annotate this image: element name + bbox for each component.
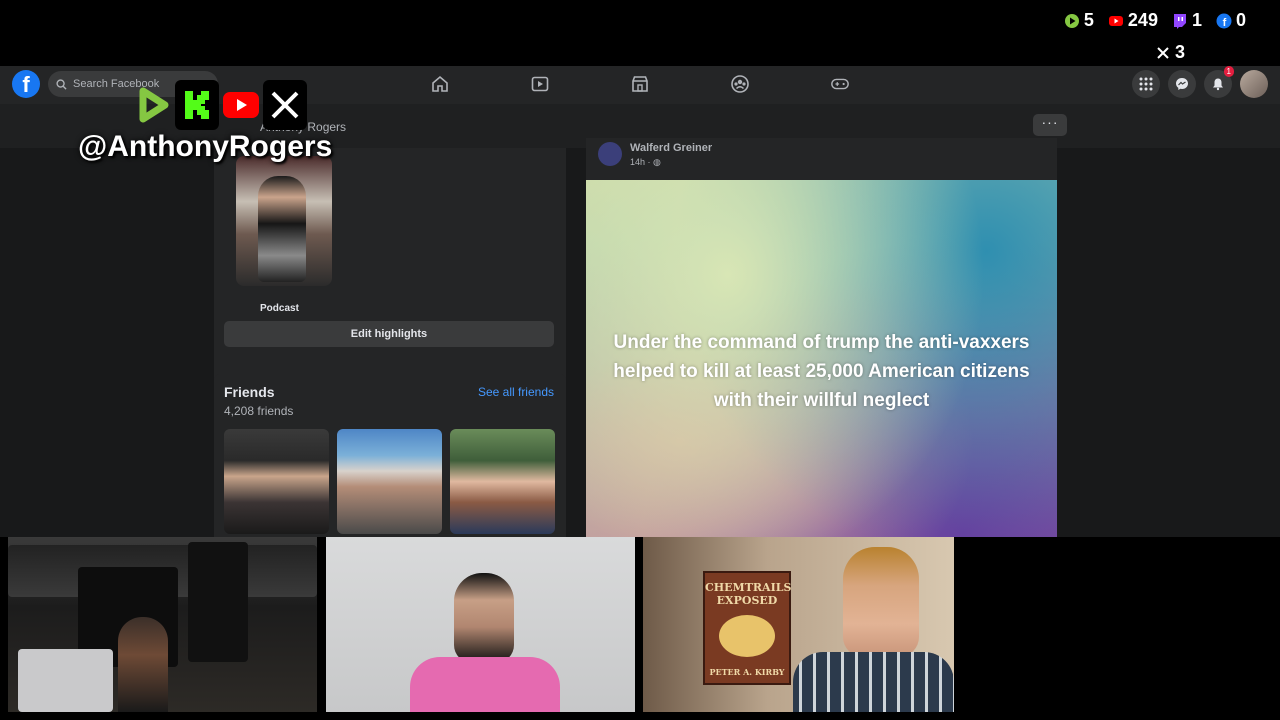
youtube-count: 249 <box>1127 10 1158 30</box>
viewer-counters: 5 249 1 f 0 <box>1064 10 1246 31</box>
x-counter: 3 <box>1157 42 1185 63</box>
rumble-icon <box>131 80 175 130</box>
main-nav <box>430 74 850 94</box>
edit-highlights-button[interactable]: Edit highlights <box>224 321 554 347</box>
facebook-counter: f 0 <box>1216 10 1246 31</box>
webcam-guest-2: CHEMTRAILS EXPOSED PETER A. KIRBY <box>643 537 954 712</box>
friend-photo[interactable] <box>450 429 555 534</box>
notifications-button[interactable]: 1 <box>1204 66 1234 98</box>
friends-count: 4,208 friends <box>224 404 294 418</box>
x-count: 3 <box>1174 42 1185 62</box>
highlight-thumbnail[interactable] <box>236 156 332 286</box>
highlight-photo <box>258 176 306 282</box>
friend-photo[interactable] <box>337 429 442 534</box>
menu-grid-button[interactable] <box>1132 70 1160 98</box>
post-author-avatar[interactable] <box>598 142 622 166</box>
groups-icon[interactable] <box>730 74 750 94</box>
account-controls: 1 <box>1132 66 1268 98</box>
webcam-strip: CHEMTRAILS EXPOSED PETER A. KIRBY <box>0 537 1280 720</box>
messenger-button[interactable] <box>1168 70 1196 98</box>
youtube-icon <box>219 80 263 130</box>
book-cover: CHEMTRAILS EXPOSED PETER A. KIRBY <box>703 571 791 685</box>
post-time: 14h · ◍ <box>630 157 661 167</box>
webcam-guest-1 <box>326 537 635 712</box>
marketplace-icon[interactable] <box>630 74 650 94</box>
book-author: PETER A. KIRBY <box>709 667 785 677</box>
webcam-host <box>8 537 317 712</box>
grid-icon <box>1139 77 1153 91</box>
search-icon <box>56 78 67 90</box>
home-icon[interactable] <box>430 74 450 94</box>
highlight-label: Podcast <box>260 303 299 314</box>
rumble-counter: 5 <box>1064 10 1094 31</box>
platform-icons <box>131 80 307 130</box>
twitch-icon <box>1173 13 1186 29</box>
youtube-counter: 249 <box>1108 10 1158 31</box>
x-icon <box>263 80 307 130</box>
notification-badge: 1 <box>1223 66 1234 77</box>
see-all-friends-link[interactable]: See all friends <box>478 385 554 399</box>
friends-title: Friends <box>224 384 275 400</box>
svg-text:f: f <box>1223 17 1227 29</box>
kick-icon <box>175 80 219 130</box>
gaming-icon[interactable] <box>830 74 850 94</box>
profile-avatar[interactable] <box>1240 70 1268 98</box>
streamer-handle: @AnthonyRogers <box>78 130 333 163</box>
x-icon <box>1157 46 1169 59</box>
post-text: Under the command of trump the anti-vaxx… <box>613 332 1030 411</box>
facebook-count: 0 <box>1235 10 1246 30</box>
twitch-counter: 1 <box>1172 10 1202 31</box>
bell-icon <box>1213 78 1223 91</box>
stream-bar: 5 249 1 f 0 3 <box>0 0 1280 66</box>
book-illustration <box>719 615 775 657</box>
post-author[interactable]: Walferd Greiner <box>630 142 712 154</box>
rumble-icon <box>1064 13 1079 28</box>
globe-icon: ◍ <box>653 157 661 167</box>
twitch-count: 1 <box>1191 10 1202 30</box>
book-title: CHEMTRAILS EXPOSED <box>705 581 792 607</box>
friend-photo-grid <box>224 429 555 534</box>
more-options-button[interactable]: ··· <box>1033 114 1067 136</box>
facebook-icon: f <box>1216 13 1232 29</box>
rumble-count: 5 <box>1083 10 1094 30</box>
youtube-icon <box>1108 15 1123 26</box>
friend-photo[interactable] <box>224 429 329 534</box>
messenger-icon <box>1176 78 1188 90</box>
video-icon[interactable] <box>530 74 550 94</box>
facebook-logo[interactable]: f <box>12 70 40 98</box>
